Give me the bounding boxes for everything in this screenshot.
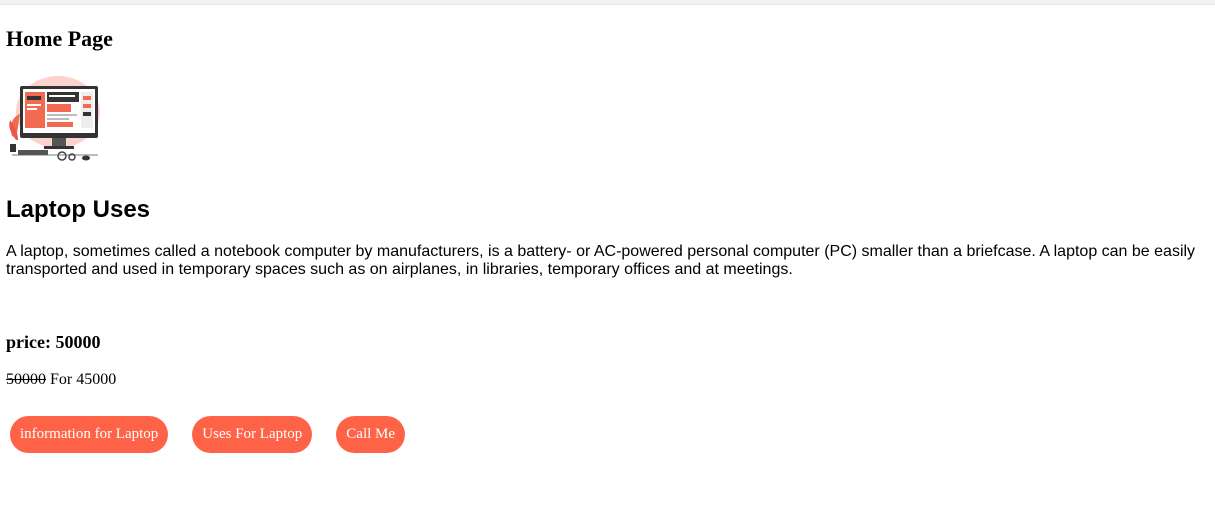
old-price: 50000 xyxy=(6,371,46,388)
browser-top-border xyxy=(0,0,1215,5)
information-button[interactable]: information for Laptop xyxy=(10,416,169,453)
uses-button[interactable]: Uses For Laptop xyxy=(192,416,313,453)
page-title: Home Page xyxy=(6,26,113,51)
call-me-button[interactable]: Call Me xyxy=(336,416,406,453)
price-label: price: 50000 xyxy=(6,332,101,352)
computer-desk-illustration xyxy=(6,74,102,170)
section-heading: Laptop Uses xyxy=(6,196,151,223)
offer-line: 50000 For 45000 xyxy=(6,371,116,389)
button-row: information for Laptop Uses For Laptop C… xyxy=(10,416,406,453)
offer-price: For 45000 xyxy=(46,371,117,388)
description-paragraph: A laptop, sometimes called a notebook co… xyxy=(6,243,1196,278)
